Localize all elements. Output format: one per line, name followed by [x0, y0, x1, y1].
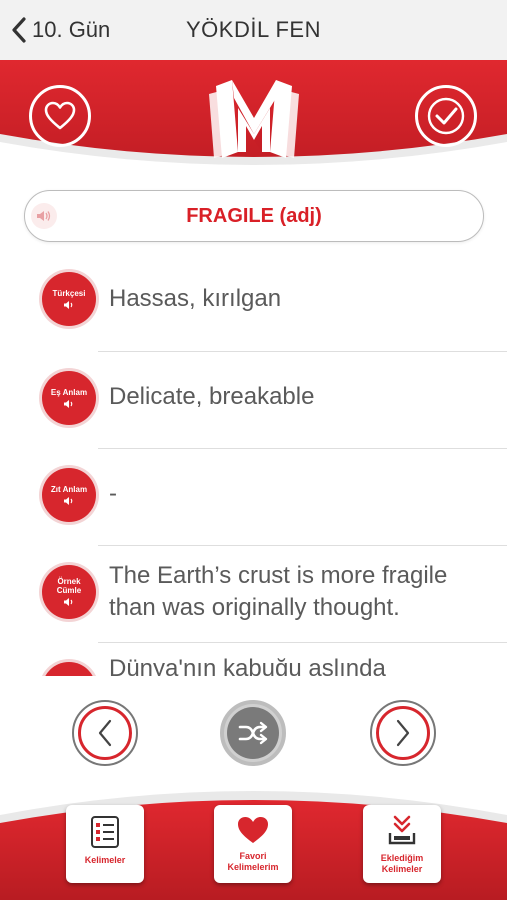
example-sentence: The Earth’s crust is more fragile than w… [109, 562, 448, 621]
antonym-audio-button[interactable]: Zıt Anlam [42, 468, 96, 522]
example-audio-button[interactable]: Örnek Cümle [42, 565, 96, 619]
turkish-audio-button[interactable]: Türkçesi [42, 272, 96, 326]
tab-added-words[interactable]: Eklediğim Kelimeler [363, 805, 441, 883]
tab-added-words-label-line2: Kelimeler [381, 864, 423, 874]
synonym-audio-button[interactable]: Eş Anlam [42, 371, 96, 425]
antonym-text: - [109, 480, 117, 507]
checkmark-circle-icon [427, 97, 465, 135]
badge-label-line2: Cümle [56, 586, 82, 595]
chevron-left-icon [98, 719, 112, 747]
tab-favorites[interactable]: Favori Kelimelerim [214, 805, 292, 883]
tab-favorites-label: Favori Kelimelerim [227, 851, 278, 873]
speaker-icon [64, 399, 73, 408]
badge-label: Türkçesi [52, 288, 86, 298]
heart-icon [238, 817, 268, 843]
previous-word-button[interactable] [72, 700, 138, 766]
translation-audio-button[interactable] [42, 662, 96, 676]
favorite-button[interactable] [29, 85, 91, 147]
speaker-icon [64, 598, 73, 606]
tab-favorites-label-line2: Kelimelerim [227, 862, 279, 872]
shuffle-icon [238, 721, 268, 745]
tab-added-words-label-line1: Eklediğim [380, 853, 424, 863]
example-translation: Dünya'nın kabuğu aslında [109, 655, 386, 676]
list-item-synonym: Eş Anlam Delicate, breakable [0, 352, 507, 449]
word-detail-list[interactable]: Türkçesi Hassas, kırılgan Eş Anlam Delic… [0, 252, 507, 676]
next-word-button[interactable] [370, 700, 436, 766]
tab-words[interactable]: Kelimeler [66, 805, 144, 883]
chevron-right-icon [396, 719, 410, 747]
shuffle-button[interactable] [220, 700, 286, 766]
list-item-antonym: Zıt Anlam - [0, 449, 507, 546]
tab-favorites-label-line1: Favori [239, 851, 267, 861]
list-item-turkish: Türkçesi Hassas, kırılgan [0, 252, 507, 352]
speaker-icon [64, 496, 73, 505]
mark-learned-button[interactable] [415, 85, 477, 147]
checklist-icon [91, 816, 119, 848]
badge-label: Eş Anlam [50, 387, 88, 397]
synonym-text: Delicate, breakable [109, 383, 315, 410]
list-item-example: Örnek Cümle The Earth’s crust is more fr… [0, 546, 507, 643]
word-bar: FRAGILE (adj) [24, 190, 484, 242]
navigation-bar: 10. Gün YÖKDİL FEN [0, 0, 507, 60]
app-logo [209, 80, 299, 158]
page-title: YÖKDİL FEN [186, 17, 321, 42]
badge-label-line1: Örnek [57, 577, 81, 586]
badge-label: Zıt Anlam [50, 484, 88, 494]
heart-outline-icon [44, 101, 76, 130]
speaker-icon [64, 300, 73, 309]
tab-words-label: Kelimeler [84, 855, 126, 865]
turkish-meaning: Hassas, kırılgan [109, 285, 282, 312]
tab-added-words-label: Eklediğim Kelimeler [381, 853, 424, 875]
list-item-translation: Dünya'nın kabuğu aslında [0, 643, 507, 676]
app-header [0, 60, 507, 180]
download-tray-icon [388, 815, 416, 845]
word-title: FRAGILE (adj) [186, 205, 322, 227]
